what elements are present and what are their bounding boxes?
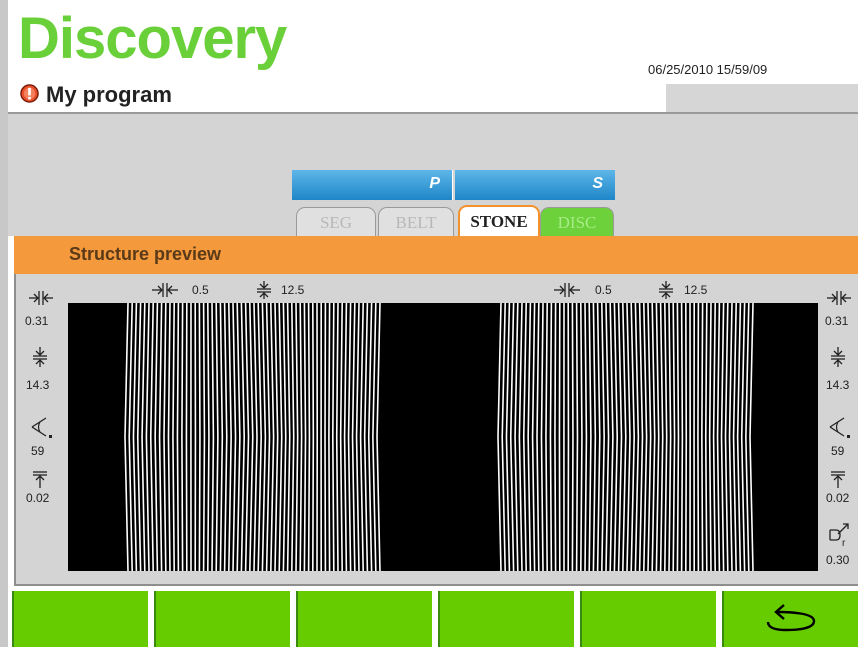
right-angle-value: 59 xyxy=(831,444,845,458)
right-width-value: 0.31 xyxy=(825,314,849,328)
depth-icon xyxy=(33,347,47,367)
tab-seg[interactable]: SEG xyxy=(296,207,376,236)
top-right-height-value: 12.5 xyxy=(684,283,708,297)
spacing-icon xyxy=(152,283,178,297)
left-offset-value: 0.02 xyxy=(26,491,50,505)
left-width-value: 0.31 xyxy=(25,314,49,328)
header-status-area xyxy=(666,84,858,112)
tab-stone[interactable]: STONE xyxy=(458,205,540,236)
width-icon xyxy=(827,291,851,305)
back-arrow-icon xyxy=(766,604,816,632)
tab-belt[interactable]: BELT xyxy=(378,207,454,236)
info-icon xyxy=(20,84,39,103)
angle-icon xyxy=(31,417,52,438)
tab-disc[interactable]: DISC xyxy=(540,207,614,236)
softkey-5[interactable] xyxy=(578,591,716,647)
right-depth-value: 14.3 xyxy=(826,378,850,392)
softkey-1[interactable] xyxy=(10,591,148,647)
right-radius-value: 0.30 xyxy=(826,553,850,567)
radius-icon: r xyxy=(829,523,849,548)
tab-group-p[interactable]: P xyxy=(292,170,453,200)
angle-icon xyxy=(829,417,850,438)
height-icon xyxy=(659,281,673,299)
depth-icon xyxy=(831,347,845,367)
tab-group-s-label: S xyxy=(592,175,603,192)
offset-icon xyxy=(33,471,47,488)
offset-icon xyxy=(831,471,845,488)
width-icon xyxy=(29,291,53,305)
tab-group-p-label: P xyxy=(429,175,440,192)
top-right-spacing-value: 0.5 xyxy=(595,283,612,297)
softkey-2[interactable] xyxy=(152,591,290,647)
left-edge xyxy=(0,0,8,647)
structure-preview-canvas xyxy=(68,303,818,571)
screen: Discovery My program 06/25/2010 15/59/09… xyxy=(0,0,858,647)
section-header: Structure preview xyxy=(14,236,858,274)
left-depth-value: 14.3 xyxy=(26,378,50,392)
program-name: My program xyxy=(46,82,172,107)
stripe-block-2 xyxy=(497,303,754,571)
header: Discovery My program 06/25/2010 15/59/09 xyxy=(8,0,858,112)
stripe-block-1 xyxy=(124,303,381,571)
top-left-spacing-value: 0.5 xyxy=(192,283,209,297)
spacing-icon xyxy=(554,283,580,297)
back-button[interactable] xyxy=(720,591,858,647)
softkey-3[interactable] xyxy=(294,591,432,647)
top-left-height-value: 12.5 xyxy=(281,283,305,297)
tab-group-s[interactable]: S xyxy=(455,170,615,200)
softkey-4[interactable] xyxy=(436,591,574,647)
section-title: Structure preview xyxy=(69,244,222,264)
right-offset-value: 0.02 xyxy=(826,491,850,505)
app-title: Discovery xyxy=(18,6,287,71)
left-angle-value: 59 xyxy=(31,444,45,458)
height-icon xyxy=(257,281,271,299)
datetime-display: 06/25/2010 15/59/09 xyxy=(648,62,768,77)
svg-text:r: r xyxy=(842,538,846,548)
